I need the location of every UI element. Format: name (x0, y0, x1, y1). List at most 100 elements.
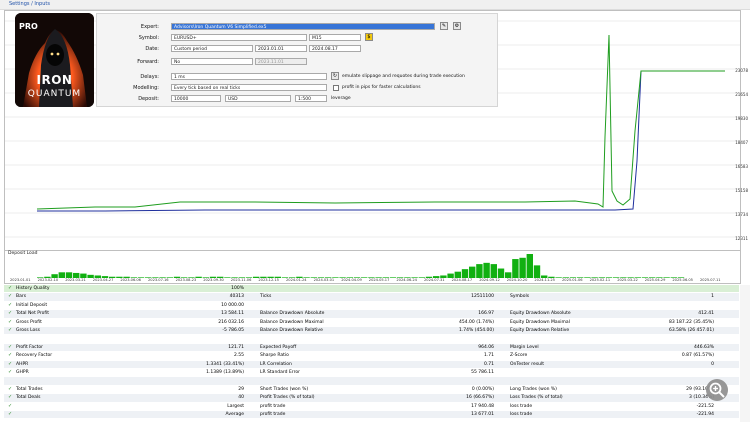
x-tick-label: 2024.07.31 (424, 278, 445, 282)
metric-name: Bars (16, 294, 27, 300)
check-icon: ✓ (8, 318, 13, 325)
x-tick-label: 2025.02.11 (589, 278, 611, 282)
x-tick-label: 2023.11.06 (230, 278, 252, 282)
metric-name: GHPR (16, 370, 29, 375)
profit-pips-checkbox[interactable] (333, 85, 339, 91)
logo-line2: QUANTUM (27, 89, 82, 99)
tester-settings-panel: Expert: Advisors\Iron Quantum V6 Simplif… (96, 13, 498, 107)
check-icon: ✓ (8, 411, 13, 417)
top-toolbar: Settings / Inputs (0, 0, 750, 10)
results-row: ✓ Profit Factor 121.71 Expected Payoff 964.0… (4, 343, 739, 352)
metric-value: 0 (711, 361, 714, 367)
delays-label: Delays: (140, 74, 159, 80)
results-row: ✓ Initial Deposit 10 000.00 (4, 302, 739, 309)
metric-name: Gross Profit (16, 319, 42, 325)
results-row: ✓ History Quality 100% (4, 285, 739, 293)
forward-date-input: 2023.11.01 (255, 58, 307, 65)
deposit-load-bar (533, 265, 541, 278)
metric-value: 121.71 (228, 344, 244, 350)
scale-label: 19830 (735, 116, 748, 121)
modelling-select[interactable]: Every tick based on real ticks (171, 84, 327, 91)
metric-value: 1.74% (454.00) (459, 328, 494, 333)
results-row: ✓ Average profit trade 13 677.01 loss trade -… (4, 411, 739, 419)
results-row: ✓ Largest profit trade 17 940.48 loss trade -… (4, 403, 739, 410)
metric-value: 29 (93.10%) (686, 386, 714, 392)
date-to-input[interactable]: 2024.08.17 (309, 45, 361, 52)
check-icon: ✓ (8, 343, 13, 350)
metric-value: 2.55 (233, 353, 244, 359)
delays-select[interactable]: 1 ms (171, 73, 327, 80)
deposit-load-bar (497, 268, 505, 278)
expert-select[interactable]: Advisors\Iron Quantum V6 Simplified.ex5 (171, 23, 435, 30)
refresh-icon: ↻ (332, 73, 338, 79)
results-row: ✓ Recovery Factor 2.55 Sharpe Ratio 1.71 Z-Sc… (4, 352, 739, 359)
leverage-text: leverage (331, 96, 351, 101)
metric-name: Ticks (260, 294, 272, 300)
logo-badge: PRO (19, 22, 38, 31)
metric-name: Balance Drawdown Relative (260, 328, 323, 333)
deposit-input[interactable]: 10000 (171, 95, 221, 102)
slippage-text: emulate slippage and requotes during tra… (342, 74, 465, 79)
leverage-select[interactable]: 1:500 (295, 95, 327, 102)
metric-name: Balance Drawdown Absolute (260, 311, 325, 317)
check-icon: ✓ (8, 310, 13, 317)
metric-value: 216 032.16 (218, 319, 244, 325)
metric-name: profit trade (260, 412, 286, 417)
scale-label: 15158 (735, 188, 748, 193)
metric-name: Profit Factor (16, 344, 43, 350)
timeframe-select[interactable]: M15 (309, 34, 361, 41)
metric-value: 13 584.11 (221, 311, 244, 317)
symbol-icon: $ (367, 34, 371, 40)
date-from-input[interactable]: 2023.01.01 (255, 45, 307, 52)
metric-value: 0.71 (483, 361, 494, 367)
results-scrollbar[interactable] (740, 285, 750, 422)
deposit-load-bar (519, 257, 526, 278)
symbol-properties-button[interactable]: $ (365, 33, 373, 41)
check-icon: ✓ (8, 369, 13, 375)
x-tick-label: 2025.03.22 (617, 278, 638, 282)
forward-select[interactable]: No (171, 58, 253, 65)
metric-value: 12511100 (471, 294, 494, 300)
results-row: ✓ Total Deals 40 Profit Trades (% of total)… (4, 394, 739, 402)
delays-info-button[interactable]: ↻ (331, 72, 339, 80)
currency-select[interactable]: USD (225, 95, 291, 102)
logo-line1: IRON (36, 73, 73, 87)
forward-label: Forward: (137, 59, 159, 65)
metric-value: 83 187.22 (35.45%) (668, 319, 714, 325)
results-row: ✓ GHPR 1.1389 (13.89%) LR Standard Error 55 … (4, 369, 739, 376)
check-icon: ✓ (8, 285, 13, 291)
metric-value: 166.97 (478, 311, 494, 317)
results-row: ✓ Total Trades 29 Short Trades (won %) 0 (0.… (4, 386, 739, 393)
results-table: ✓ History Quality 100% ✓ Bars 40313 Ticks 12511… (4, 285, 739, 422)
metric-name: AHPR (16, 361, 29, 367)
deposit-load-bar (469, 266, 476, 278)
metric-name: Initial Deposit (16, 302, 48, 308)
x-tick-label: 2024.09.12 (479, 278, 500, 282)
metric-value: 100% (231, 286, 244, 291)
metric-value: 13 677.01 (471, 412, 494, 417)
metric-name: History Quality (16, 286, 50, 291)
metric-name: Sharpe Ratio (260, 353, 289, 359)
symbol-select[interactable]: EURUSD+ (171, 34, 307, 41)
metric-value: 0.87 (61.57%) (681, 353, 714, 359)
deposit-load-bar (490, 264, 497, 278)
metric-name: Gross Loss (16, 328, 40, 333)
edit-expert-button[interactable]: ✎ (440, 22, 448, 30)
check-icon: ✓ (8, 301, 13, 308)
deposit-load-bar (476, 264, 483, 278)
x-tick-label: 2024.10.20 (506, 278, 528, 282)
metric-name: Total Deals (16, 395, 41, 401)
x-tick-label: 2023.04.27 (92, 278, 114, 282)
check-icon: ✓ (8, 360, 13, 367)
zoom-button[interactable] (706, 379, 728, 401)
metric-value: 1.71 (483, 353, 494, 359)
x-tick-label: 2024.06.24 (396, 278, 417, 282)
deposit-load-bar (526, 254, 533, 278)
scale-label: 16583 (735, 164, 748, 169)
scale-label: 12311 (735, 236, 748, 241)
date-label: Date: (145, 46, 159, 52)
date-mode-select[interactable]: Custom period (171, 45, 253, 52)
check-icon: ✓ (8, 293, 13, 300)
settings-tab-link[interactable]: Settings / Inputs (9, 1, 50, 7)
expert-properties-button[interactable]: ⚙ (453, 22, 461, 30)
